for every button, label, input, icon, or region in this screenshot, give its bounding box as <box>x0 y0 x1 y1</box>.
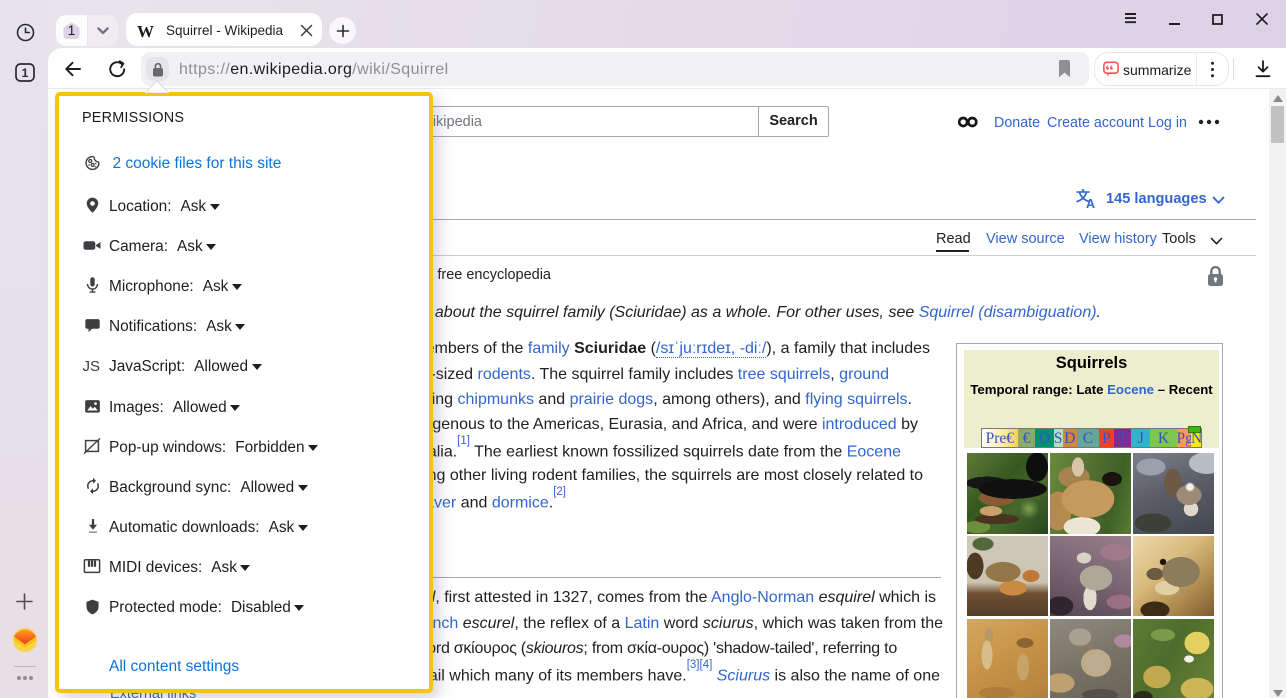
svg-text:1: 1 <box>67 23 75 38</box>
svg-text:1: 1 <box>22 66 29 80</box>
svg-text:A: A <box>1086 197 1095 209</box>
